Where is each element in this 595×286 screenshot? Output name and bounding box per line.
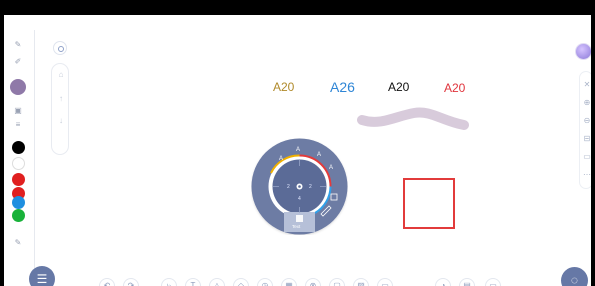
whiteboard-canvas[interactable]: A20 A26 A20 A20 A A A A 2 2 4 Text ⌂ ↑ ↓… [4, 15, 591, 286]
hamburger-icon[interactable]: ≡ [5, 120, 31, 130]
template-icon[interactable]: ▤ [459, 278, 475, 286]
user-icon[interactable]: ◔ [435, 278, 451, 286]
wheel-label-7: 4 [298, 196, 301, 202]
color-swatch-red-1[interactable] [12, 173, 25, 186]
close-icon[interactable]: ✕ [580, 80, 591, 90]
shape-tool-icon[interactable]: △ [209, 278, 225, 286]
mini-toolbar: ⌂ ↑ ↓ [51, 41, 69, 155]
right-toolbar: ✕ ⊕ ⊖ ⊟ ▭ ⋯ [579, 71, 591, 189]
wheel-label-3: A [317, 152, 321, 158]
help-button[interactable]: ◌ [561, 267, 588, 286]
note-icon[interactable]: ▭ [377, 278, 393, 286]
target-icon[interactable] [53, 41, 67, 55]
zoom-out-icon[interactable]: ⊖ [580, 116, 591, 126]
avatar[interactable] [575, 43, 591, 60]
arrow-up-icon[interactable]: ↑ [52, 94, 70, 103]
eraser-icon[interactable]: ◇ [233, 278, 249, 286]
tool-wheel[interactable]: A A A A 2 2 4 Text [251, 138, 348, 235]
frame-icon[interactable]: ▢ [329, 278, 345, 286]
mini-toolbar-pill: ⌂ ↑ ↓ [51, 63, 69, 155]
zoom-in-icon[interactable]: ⊕ [580, 98, 591, 108]
wheel-footer-label: Text [292, 224, 301, 229]
menu-icon: ☰ [36, 272, 48, 286]
menu-button[interactable]: ☰ [29, 266, 55, 286]
table-icon[interactable]: ▦ [281, 278, 297, 286]
text-sample-4[interactable]: A20 [444, 81, 465, 95]
pen-tool-icon[interactable]: ✎ [5, 238, 31, 248]
redo-icon[interactable]: ↷ [123, 278, 139, 286]
help-icon: ◌ [570, 273, 579, 286]
text-sample-2[interactable]: A26 [330, 79, 355, 95]
wheel-label-4: A [329, 165, 333, 171]
eraser-pen-icon[interactable]: ✎ [5, 40, 31, 50]
wheel-label-6: 2 [309, 184, 312, 190]
red-rectangle-shape[interactable] [403, 178, 455, 229]
color-swatch-blue[interactable] [12, 196, 25, 209]
text-tool-icon[interactable]: T [185, 278, 201, 286]
wheel-label-5: 2 [287, 184, 290, 190]
image-icon[interactable]: ▨ [353, 278, 369, 286]
text-sample-3[interactable]: A20 [388, 80, 409, 94]
color-swatch-black[interactable] [12, 141, 25, 154]
wheel-label-2: A [296, 147, 300, 153]
clock-icon[interactable]: ◷ [257, 278, 273, 286]
screen: A20 A26 A20 A20 A A A A 2 2 4 Text ⌂ ↑ ↓… [0, 0, 595, 286]
arrow-down-icon[interactable]: ↓ [52, 116, 70, 125]
bucket-icon[interactable]: ⌂ [52, 70, 70, 79]
color-swatch-green[interactable] [12, 209, 25, 222]
fit-icon[interactable]: ⊟ [580, 134, 591, 144]
wheel-label-1: A [279, 156, 283, 162]
select-icon[interactable]: ⤷ [161, 278, 177, 286]
bottom-toolbar: ↶ ↷ ⤷ T △ ◇ ◷ ▦ ⊗ ▢ ▨ ▭ ◔ ▤ ▭ [99, 273, 539, 286]
color-swatch-white[interactable] [12, 157, 25, 170]
screen-icon[interactable]: ▭ [580, 152, 591, 162]
more-icon[interactable]: ⋯ [580, 170, 591, 180]
freehand-stroke[interactable] [356, 105, 476, 141]
undo-icon[interactable]: ↶ [99, 278, 115, 286]
paste-icon[interactable]: ▣ [5, 106, 31, 116]
export-icon[interactable]: ▭ [485, 278, 501, 286]
globe-icon[interactable]: ⊗ [305, 278, 321, 286]
text-pen-icon[interactable]: ✐ [5, 57, 31, 67]
pen-color-swatch[interactable] [10, 79, 26, 95]
text-sample-1[interactable]: A20 [273, 80, 294, 94]
